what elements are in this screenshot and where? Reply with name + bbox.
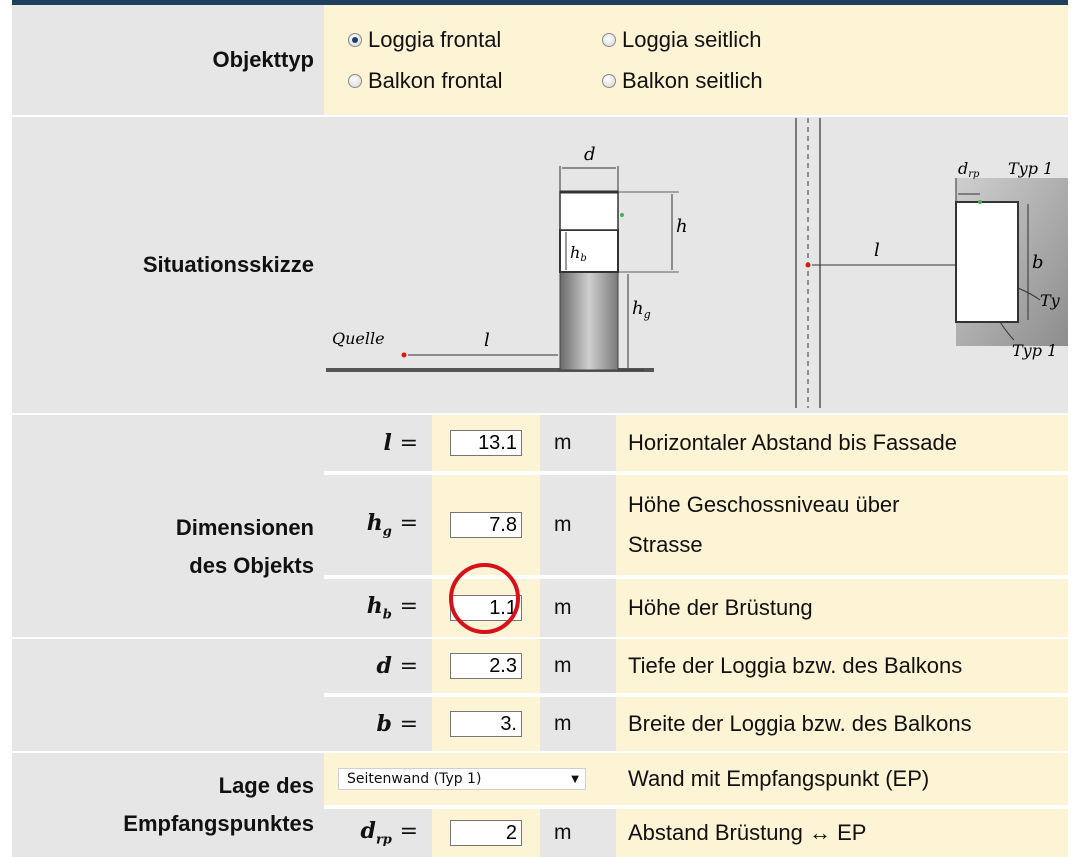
sketch-hg-label: hg	[632, 298, 651, 321]
input-form: Objekttyp Loggia frontal Loggia seitlich…	[12, 5, 1069, 857]
l-input[interactable]	[450, 430, 522, 456]
receiver-marker-plan	[978, 199, 982, 204]
unit-label: m	[540, 639, 616, 693]
situation-diagram: d h hb hg Quelle l l drp Typ 1 b Ty Typ …	[326, 117, 1068, 408]
lage-select-row: Lage des Empfangspunktes Seitenwand (Typ …	[12, 753, 1069, 857]
var-hb: hb =	[324, 579, 432, 637]
radio-unselected-icon	[348, 73, 362, 88]
b-description: Breite der Loggia bzw. des Balkons	[616, 697, 1069, 751]
chevron-down-icon: ▼	[571, 773, 579, 785]
situation-label: Situationsskizze	[12, 117, 324, 413]
sketch-drp-label: drp	[958, 159, 980, 180]
radio-label: Balkon seitlich	[622, 67, 763, 93]
sketch-typ1-bottom-label: Typ 1	[1012, 341, 1057, 360]
var-hg: hg =	[324, 475, 432, 575]
hb-input[interactable]	[450, 595, 522, 621]
radio-label: Loggia seitlich	[622, 26, 762, 52]
radio-unselected-icon	[602, 32, 616, 47]
receiver-marker	[620, 212, 624, 217]
radio-balkon-seitlich[interactable]: Balkon seitlich	[602, 68, 763, 94]
dim-row-l: Dimensionendes Objekts l = m Horizontale…	[12, 415, 1069, 637]
sketch-d-label: d	[584, 144, 596, 165]
source-marker	[401, 352, 407, 357]
d-input[interactable]	[450, 653, 522, 679]
objekttyp-options: Loggia frontal Loggia seitlich Balkon fr…	[324, 5, 1069, 115]
sketch-h-label: h	[676, 216, 688, 237]
d-description: Tiefe der Loggia bzw. des Balkons	[616, 639, 1069, 693]
b-input[interactable]	[450, 711, 522, 737]
sketch-l-label: l	[484, 330, 490, 351]
dim-row-d: d = m Tiefe der Loggia bzw. des Balkons	[12, 639, 1069, 751]
unit-label: m	[540, 415, 616, 471]
unit-label: m	[540, 579, 616, 637]
radio-loggia-seitlich[interactable]: Loggia seitlich	[602, 27, 761, 53]
radio-label: Balkon frontal	[368, 67, 503, 93]
source-marker-plan	[805, 262, 811, 267]
l-description: Horizontaler Abstand bis Fassade	[616, 415, 1069, 471]
situation-row: Situationsskizze d h hb hg Quelle l l dr…	[12, 117, 1069, 413]
hb-description: Höhe der Brüstung	[616, 579, 1069, 637]
unit-label: m	[540, 475, 616, 575]
radio-selected-icon	[348, 32, 362, 47]
situation-sketch: d h hb hg Quelle l l drp Typ 1 b Ty Typ …	[324, 117, 1069, 413]
select-value: Seitenwand (Typ 1)	[347, 771, 482, 787]
radio-loggia-frontal[interactable]: Loggia frontal	[348, 27, 602, 53]
var-d: d =	[324, 639, 432, 693]
dimensionen-label: Dimensionen des Objekts	[12, 415, 324, 637]
sketch-l-plan-label: l	[874, 240, 880, 261]
radio-label: Loggia frontal	[368, 26, 502, 52]
sketch-typ1-top-label: Typ 1	[1008, 159, 1053, 178]
var-l: l =	[324, 415, 432, 471]
hg-description: Höhe Geschossniveau über Strasse	[616, 475, 1069, 575]
radio-unselected-icon	[602, 73, 616, 88]
sketch-ty-label: Ty	[1040, 291, 1061, 310]
objekttyp-row: Objekttyp Loggia frontal Loggia seitlich…	[12, 5, 1069, 115]
wall-type-select[interactable]: Seitenwand (Typ 1) ▼	[338, 768, 586, 790]
var-drp: drp =	[324, 809, 432, 857]
drp-description: Abstand Brüstung ↔ EP	[616, 809, 1069, 857]
select-description: Wand mit Empfangspunkt (EP)	[616, 753, 1069, 805]
var-b: b =	[324, 697, 432, 751]
drp-input[interactable]	[450, 820, 522, 846]
sketch-b-label: b	[1032, 252, 1044, 273]
radio-balkon-frontal[interactable]: Balkon frontal	[348, 68, 602, 94]
unit-label: m	[540, 697, 616, 751]
lage-label: Lage des Empfangspunktes	[12, 753, 324, 857]
objekttyp-label: Objekttyp	[12, 5, 324, 115]
unit-label: m	[540, 809, 616, 857]
hg-input[interactable]	[450, 512, 522, 538]
sketch-quelle-label: Quelle	[332, 329, 385, 348]
